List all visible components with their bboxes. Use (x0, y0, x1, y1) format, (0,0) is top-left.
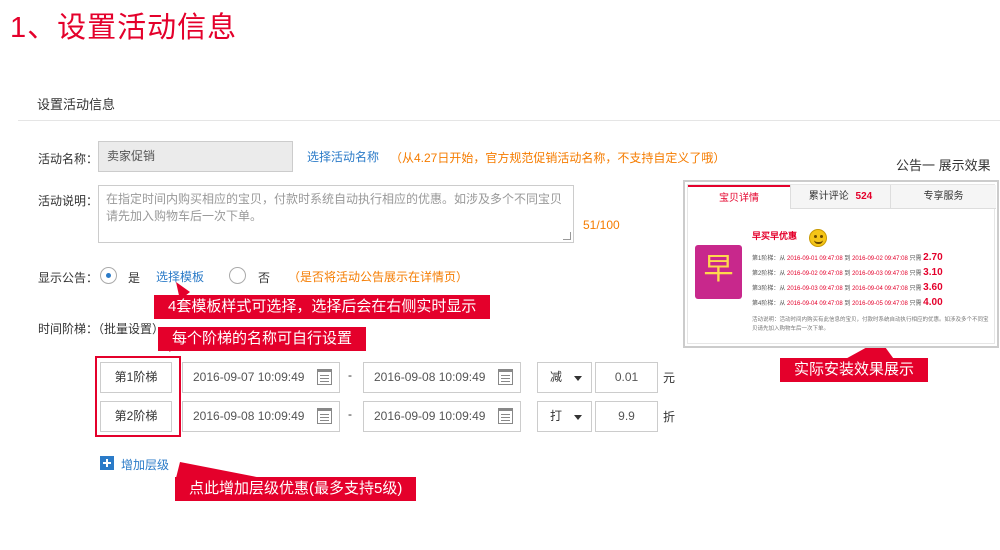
preview-title: 早买早优惠 (752, 231, 798, 241)
desc-char-counter: 51/100 (583, 218, 620, 232)
chevron-down-icon (574, 415, 582, 420)
preview-caption: 公告一 展示效果 (896, 158, 991, 173)
calendar-icon[interactable] (317, 369, 332, 385)
promo-logo: 早 (695, 245, 742, 299)
calendar-icon[interactable] (498, 408, 513, 424)
preview-tab-service: 专享服务 (890, 185, 996, 209)
choose-activity-name-link[interactable]: 选择活动名称 (307, 148, 379, 165)
section-divider (18, 120, 1000, 121)
stage-2-value-input[interactable]: 9.9 (595, 401, 658, 432)
section-title: 设置活动信息 (37, 97, 116, 112)
stage-1-end-value: 2016-09-08 10:09:49 (374, 370, 486, 384)
stage-1-value-input[interactable]: 0.01 (595, 362, 658, 393)
calendar-icon[interactable] (498, 369, 513, 385)
plus-icon[interactable] (100, 456, 114, 470)
date-range-dash: - (348, 368, 352, 382)
choose-template-link[interactable]: 选择模板 (156, 268, 204, 285)
announcement-hint: （是否将活动公告展示在详情页） (288, 270, 469, 284)
stage-2-end-value: 2016-09-09 10:09:49 (374, 409, 486, 423)
preview-row: 第4阶梯：从 2016-09-04 09:47:08 到 2016-09-05 … (752, 297, 943, 308)
preview-panel: 宝贝详情 累计评论 524 专享服务 早买早优惠 早 第1阶梯：从 2016-0… (683, 180, 999, 348)
resize-handle-icon[interactable] (563, 232, 571, 240)
preview-inner: 宝贝详情 累计评论 524 专享服务 早买早优惠 早 第1阶梯：从 2016-0… (687, 184, 996, 344)
preview-review-count: 524 (855, 191, 873, 202)
announcement-yes-label: 是 (128, 271, 141, 285)
stage-names-highlight-frame (95, 356, 181, 437)
date-range-dash: - (348, 407, 352, 421)
announcement-label: 显示公告： (38, 271, 99, 285)
radio-selected-dot (106, 273, 111, 278)
activity-name-label: 活动名称： (38, 152, 99, 166)
stage-1-end-date[interactable]: 2016-09-08 10:09:49 (363, 362, 521, 393)
announcement-yes-radio[interactable] (100, 267, 117, 284)
stage-1-start-date[interactable]: 2016-09-07 10:09:49 (182, 362, 340, 393)
chevron-down-icon (574, 376, 582, 381)
preview-note: 活动说明：活动时间内购买有此信息的宝贝，付款时系统自动执行相应的优惠。如涉及多个… (752, 317, 989, 332)
stage-2-end-date[interactable]: 2016-09-09 10:09:49 (363, 401, 521, 432)
activity-desc-label: 活动说明： (38, 194, 99, 208)
preview-row: 第2阶梯：从 2016-09-02 09:47:08 到 2016-09-03 … (752, 267, 943, 278)
callout-preview: 实际安装效果展示 (780, 358, 929, 382)
stage-2-unit: 折 (663, 410, 676, 424)
smiley-icon (809, 229, 827, 247)
arrow-add-level (176, 462, 262, 478)
preview-tab-reviews: 累计评论 524 (790, 185, 890, 209)
stage-1-unit: 元 (663, 371, 676, 385)
callout-stage-names: 每个阶梯的名称可自行设置 (158, 327, 367, 351)
callout-templates: 4套模板样式可选择，选择后会在右侧实时显示 (154, 295, 491, 319)
stage-2-start-date[interactable]: 2016-09-08 10:09:49 (182, 401, 340, 432)
stage-2-type-select[interactable]: 打 (537, 401, 592, 432)
callout-add-level: 点此增加层级优惠(最多支持5级) (175, 477, 417, 501)
preview-row: 第3阶梯：从 2016-09-03 09:47:08 到 2016-09-04 … (752, 282, 943, 293)
stage-1-start-value: 2016-09-07 10:09:49 (193, 370, 305, 384)
preview-row: 第1阶梯：从 2016-09-01 09:47:08 到 2016-09-02 … (752, 252, 943, 263)
stage-1-type-select[interactable]: 减 (537, 362, 592, 393)
page-heading: 1、设置活动信息 (10, 12, 238, 44)
activity-desc-placeholder: 在指定时间内购买相应的宝贝，付款时系统自动执行相应的优惠。如涉及多个不同宝贝请先… (106, 192, 563, 223)
preview-tab-details: 宝贝详情 (688, 185, 790, 210)
add-level-link[interactable]: 增加层级 (121, 456, 169, 473)
calendar-icon[interactable] (317, 408, 332, 424)
announcement-no-radio[interactable] (229, 267, 246, 284)
preview-tab-reviews-label: 累计评论 (808, 191, 849, 202)
stages-label: 时间阶梯：（批量设置） (38, 322, 165, 336)
preview-tabs: 宝贝详情 累计评论 524 专享服务 (688, 185, 996, 210)
activity-name-input[interactable]: 卖家促销 (98, 141, 293, 172)
stage-2-type-value: 打 (550, 409, 563, 423)
stage-2-start-value: 2016-09-08 10:09:49 (193, 409, 305, 423)
stage-1-type-value: 减 (550, 370, 563, 384)
activity-name-hint: （从4.27日开始，官方规范促销活动名称，不支持自定义了哦） (390, 151, 726, 165)
announcement-no-label: 否 (258, 271, 271, 285)
activity-desc-textarea[interactable]: 在指定时间内购买相应的宝贝，付款时系统自动执行相应的优惠。如涉及多个不同宝贝请先… (98, 185, 574, 243)
